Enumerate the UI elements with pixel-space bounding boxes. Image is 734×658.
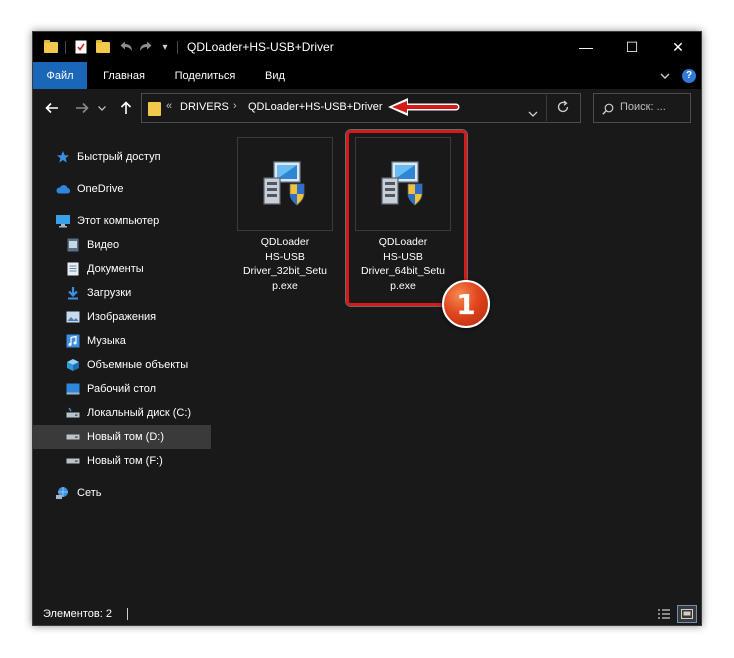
sidebar-item-downloads[interactable]: Загрузки (33, 281, 211, 305)
recent-locations-button[interactable] (95, 97, 109, 119)
pointer-arrow-icon (388, 98, 460, 116)
sidebar-item-label: Сеть (77, 487, 102, 499)
sidebar-item-label: Локальный диск (C:) (87, 407, 192, 419)
refresh-icon[interactable] (556, 100, 570, 119)
ribbon-tabs: Файл Главная Поделиться Вид ? (33, 62, 701, 89)
sidebar-item-label: Новый том (F:) (87, 455, 163, 467)
expand-ribbon-icon[interactable] (655, 62, 675, 89)
cube-icon (65, 358, 81, 372)
sidebar-item-documents[interactable]: Документы (33, 257, 211, 281)
item-count: Элементов: 2 (43, 608, 112, 620)
sidebar-item-label: Изображения (87, 311, 157, 323)
large-icons-view-icon[interactable] (677, 605, 697, 623)
search-icon (602, 102, 614, 120)
network-icon (55, 486, 71, 500)
desktop-icon (65, 382, 81, 396)
tab-file[interactable]: Файл (33, 62, 87, 89)
window-title: QDLoader+HS-USB+Driver (187, 40, 334, 54)
tab-home[interactable]: Главная (91, 62, 157, 89)
sidebar-item-label: Рабочий стол (87, 383, 157, 395)
sidebar-item-3d-objects[interactable]: Объемные объекты (33, 353, 211, 377)
cloud-icon (55, 182, 71, 196)
highlight-box (346, 130, 467, 306)
drive-c-icon (65, 406, 81, 420)
sidebar-item-video[interactable]: Видео (33, 233, 211, 257)
step-badge: 1 (442, 280, 490, 328)
new-folder-icon[interactable] (95, 39, 111, 54)
breadcrumb-separator[interactable]: › (233, 100, 237, 112)
details-view-icon[interactable] (655, 606, 673, 622)
sidebar-item-this-pc[interactable]: Этот компьютер (33, 209, 211, 233)
sidebar-item-drive-c[interactable]: Локальный диск (C:) (33, 401, 211, 425)
title-bar: ▾ QDLoader+HS-USB+Driver — ☐ ✕ (33, 32, 701, 62)
document-icon (65, 262, 81, 276)
search-input[interactable]: Поиск: ... (620, 101, 666, 113)
music-icon (65, 334, 81, 348)
computer-icon (55, 214, 71, 228)
redo-icon[interactable] (137, 40, 153, 54)
installer-icon (237, 137, 333, 231)
sidebar-item-drive-d[interactable]: Новый том (D:) (33, 425, 211, 449)
drive-icon (65, 430, 81, 444)
sidebar-item-label: Быстрый доступ (77, 151, 161, 163)
customize-toolbar-icon[interactable]: ▾ (159, 40, 171, 54)
download-icon (65, 286, 81, 300)
tab-view[interactable]: Вид (255, 62, 295, 89)
sidebar-item-label: Этот компьютер (77, 215, 160, 227)
tab-share[interactable]: Поделиться (165, 62, 245, 89)
image-icon (65, 310, 81, 324)
navigation-pane: Быстрый доступ OneDrive Этот компьютер В… (33, 129, 223, 601)
minimize-button[interactable]: — (563, 32, 609, 62)
sidebar-item-network[interactable]: Сеть (33, 481, 211, 505)
address-dropdown-icon[interactable] (528, 104, 538, 122)
sidebar-item-pictures[interactable]: Изображения (33, 305, 211, 329)
forward-button[interactable] (71, 97, 93, 119)
navigation-bar: « DRIVERS › QDLoader+HS-USB+Driver Поиск… (33, 89, 701, 129)
sidebar-item-label: Документы (87, 263, 144, 275)
star-icon (55, 150, 71, 164)
drive-icon (65, 454, 81, 468)
maximize-button[interactable]: ☐ (609, 32, 655, 62)
path-overflow-icon[interactable]: « (166, 100, 172, 112)
sidebar-item-desktop[interactable]: Рабочий стол (33, 377, 211, 401)
folder-icon (148, 100, 162, 116)
status-bar: Элементов: 2 (33, 601, 701, 625)
sidebar-item-label: Новый том (D:) (87, 431, 164, 443)
sidebar-item-quick-access[interactable]: Быстрый доступ (33, 145, 211, 169)
up-button[interactable] (115, 97, 137, 119)
file-name: QDLoader HS-USB Driver_32bit_Setu p.exe (242, 236, 328, 292)
breadcrumb-current-folder[interactable]: QDLoader+HS-USB+Driver (248, 101, 383, 113)
sidebar-item-drive-f[interactable]: Новый том (F:) (33, 449, 211, 473)
file-item[interactable]: QDLoader HS-USB Driver_32bit_Setu p.exe (229, 137, 337, 297)
address-bar[interactable]: « DRIVERS › QDLoader+HS-USB+Driver (141, 93, 581, 123)
breadcrumb-drivers[interactable]: DRIVERS (180, 101, 229, 113)
sidebar-item-label: Видео (87, 239, 120, 251)
sidebar-item-label: Музыка (87, 335, 126, 347)
sidebar-item-onedrive[interactable]: OneDrive (33, 177, 211, 201)
search-box[interactable]: Поиск: ... (593, 93, 691, 123)
sidebar-item-label: Загрузки (87, 287, 132, 299)
help-icon[interactable]: ? (679, 62, 699, 89)
folder-icon (43, 39, 59, 54)
sidebar-item-label: Объемные объекты (87, 359, 189, 371)
video-icon (65, 238, 81, 252)
properties-icon[interactable] (73, 40, 89, 54)
explorer-window: ▾ QDLoader+HS-USB+Driver — ☐ ✕ Файл Глав… (32, 31, 702, 626)
sidebar-item-label: OneDrive (77, 183, 124, 195)
sidebar-item-music[interactable]: Музыка (33, 329, 211, 353)
close-button[interactable]: ✕ (655, 32, 701, 62)
undo-icon[interactable] (119, 40, 135, 54)
back-button[interactable] (41, 97, 63, 119)
